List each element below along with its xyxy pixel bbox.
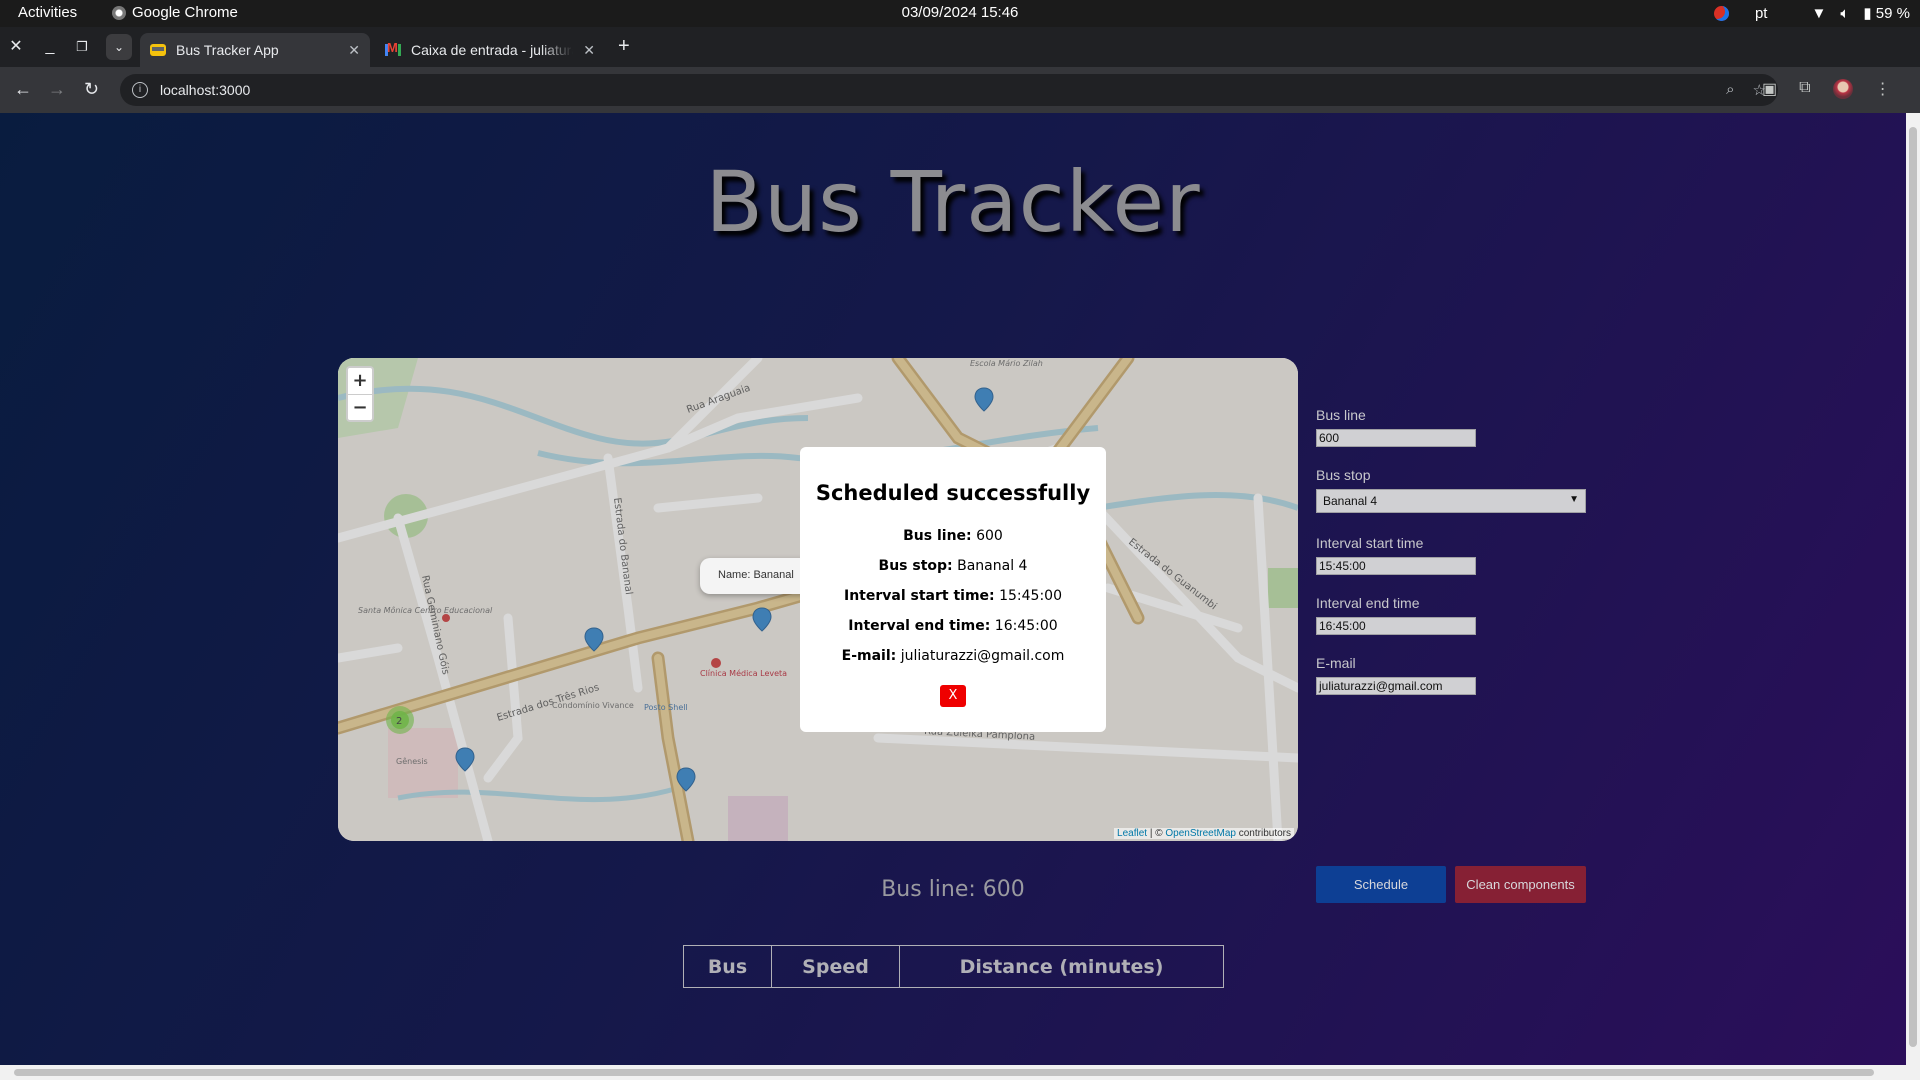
map-attribution: Leaflet | © OpenStreetMap contributors xyxy=(1114,828,1294,839)
new-tab-button[interactable]: + xyxy=(618,35,630,58)
system-top-bar: Activities Google Chrome 03/09/2024 15:4… xyxy=(0,0,1920,27)
modal-label: Bus line: xyxy=(903,528,972,544)
chevron-down-icon: ▼ xyxy=(1569,494,1579,505)
browser-toolbar: ← → ↻ i localhost:3000 ⌕ ☆ ▣ ⧉ ⋮ xyxy=(0,67,1920,113)
attribution-separator: | © xyxy=(1147,828,1166,839)
close-tab-icon[interactable]: ✕ xyxy=(583,42,595,59)
table-header-speed: Speed xyxy=(771,945,900,988)
activities-button[interactable]: Activities xyxy=(18,4,77,21)
end-time-label: Interval end time xyxy=(1316,595,1420,611)
volume-icon[interactable]: 🔈︎ xyxy=(1840,5,1849,22)
modal-value: 15:45:00 xyxy=(999,588,1062,604)
modal-label: Interval start time: xyxy=(844,588,995,604)
modal-row-email: E-mail: juliaturazzi@gmail.com xyxy=(800,641,1106,671)
chrome-remote-icon[interactable] xyxy=(1713,5,1729,21)
attribution-tail: contributors xyxy=(1235,828,1291,839)
tab-bus-tracker[interactable]: Bus Tracker App ✕ xyxy=(140,33,370,67)
tab-strip: ✕ _ ❐ ⌄ Bus Tracker App ✕ Caixa de entra… xyxy=(0,27,1920,67)
leaflet-link[interactable]: Leaflet xyxy=(1117,828,1147,839)
gmail-favicon-icon xyxy=(385,40,401,56)
minimize-window-icon[interactable]: _ xyxy=(38,36,62,58)
app-name: Google Chrome xyxy=(132,4,238,21)
modal-label: Interval end time: xyxy=(848,618,991,634)
close-tab-icon[interactable]: ✕ xyxy=(348,42,360,59)
chevron-down-icon: ⌄ xyxy=(113,40,125,54)
bus-line-input[interactable]: 600 xyxy=(1316,429,1476,447)
extensions-icon[interactable]: ⧉ xyxy=(1799,79,1810,99)
page-viewport: Bus Tracker Rua Araguaia Estrada dos Trê… xyxy=(0,113,1906,1065)
bus-line-heading: Bus line: 600 xyxy=(881,877,1025,902)
zoom-out-button[interactable]: − xyxy=(348,394,372,420)
address-bar[interactable]: i localhost:3000 ⌕ ☆ xyxy=(120,74,1778,106)
success-modal: Scheduled successfully Bus line: 600 Bus… xyxy=(800,447,1106,732)
tab-title: Bus Tracker App xyxy=(176,42,279,58)
horizontal-scrollbar[interactable] xyxy=(0,1065,1920,1080)
osm-link[interactable]: OpenStreetMap xyxy=(1165,828,1236,839)
bus-stop-label: Bus stop xyxy=(1316,467,1371,483)
battery-indicator[interactable]: ▮ 59 % xyxy=(1863,4,1910,22)
profile-avatar[interactable] xyxy=(1832,79,1853,99)
table-header-distance: Distance (minutes) xyxy=(899,945,1224,988)
tab-search-button[interactable]: ⌄ xyxy=(106,34,132,60)
vertical-scrollbar[interactable] xyxy=(1906,113,1920,1065)
start-time-label: Interval start time xyxy=(1316,535,1424,551)
close-window-icon[interactable]: ✕ xyxy=(4,36,28,58)
system-tray[interactable]: pt ▼ 🔈︎ ▮ 59 % xyxy=(1713,4,1910,22)
reload-icon[interactable]: ↻ xyxy=(84,79,99,100)
language-indicator[interactable]: pt xyxy=(1755,5,1768,22)
modal-value: Bananal 4 xyxy=(957,558,1028,574)
bus-stop-selected: Bananal 4 xyxy=(1323,494,1378,508)
back-arrow-icon[interactable]: ← xyxy=(14,79,32,100)
zoom-in-button[interactable]: + xyxy=(348,368,372,394)
page-title: Bus Tracker xyxy=(705,153,1201,251)
clock[interactable]: 03/09/2024 15:46 xyxy=(0,4,1920,21)
scrollbar-thumb[interactable] xyxy=(14,1069,1874,1076)
battery-percent: 59 % xyxy=(1875,5,1910,22)
modal-row-bus-line: Bus line: 600 xyxy=(800,521,1106,551)
modal-close-button[interactable]: X xyxy=(940,685,966,707)
table-header-bus: Bus xyxy=(683,945,772,988)
email-input[interactable]: juliaturazzi@gmail.com xyxy=(1316,677,1476,695)
bus-line-label: Bus line xyxy=(1316,407,1366,423)
bus-stop-select[interactable]: Bananal 4 ▼ xyxy=(1316,489,1586,513)
table-header-row: Bus Speed Distance (minutes) xyxy=(683,945,1224,988)
tab-title: Caixa de entrada - juliatura xyxy=(411,42,574,58)
app-menu[interactable]: Google Chrome xyxy=(112,4,238,21)
start-time-input[interactable]: 15:45:00 xyxy=(1316,557,1476,575)
site-info-icon[interactable]: i xyxy=(132,82,148,98)
schedule-form: Bus line 600 Bus stop Bananal 4 ▼ Interv… xyxy=(1316,407,1616,903)
battery-icon: ▮ xyxy=(1863,5,1872,22)
modal-label: Bus stop: xyxy=(878,558,953,574)
bus-table: Bus Speed Distance (minutes) xyxy=(683,945,1224,988)
modal-value: 600 xyxy=(976,528,1003,544)
modal-title: Scheduled successfully xyxy=(815,481,1091,505)
scrollbar-thumb[interactable] xyxy=(1909,127,1917,1047)
tab-gmail-inbox[interactable]: Caixa de entrada - juliatura ✕ xyxy=(375,33,605,67)
zoom-icon[interactable]: ⌕ xyxy=(1726,81,1734,99)
wifi-icon[interactable]: ▼ xyxy=(1811,5,1826,22)
more-menu-icon[interactable]: ⋮ xyxy=(1875,79,1891,99)
forward-arrow-icon[interactable]: → xyxy=(48,79,66,100)
chrome-icon xyxy=(112,5,126,20)
cast-icon[interactable]: ▣ xyxy=(1762,79,1777,99)
url-text[interactable]: localhost:3000 xyxy=(160,82,250,98)
email-label: E-mail xyxy=(1316,655,1356,671)
modal-row-bus-stop: Bus stop: Bananal 4 xyxy=(800,551,1106,581)
modal-label: E-mail: xyxy=(841,648,897,664)
bus-favicon-icon xyxy=(150,44,166,56)
modal-row-start-time: Interval start time: 15:45:00 xyxy=(800,581,1106,611)
end-time-input[interactable]: 16:45:00 xyxy=(1316,617,1476,635)
modal-value: 16:45:00 xyxy=(994,618,1058,634)
zoom-control: + − xyxy=(346,366,374,422)
modal-row-end-time: Interval end time: 16:45:00 xyxy=(800,611,1106,641)
restore-window-icon[interactable]: ❐ xyxy=(70,36,94,58)
modal-value: juliaturazzi@gmail.com xyxy=(900,648,1065,664)
